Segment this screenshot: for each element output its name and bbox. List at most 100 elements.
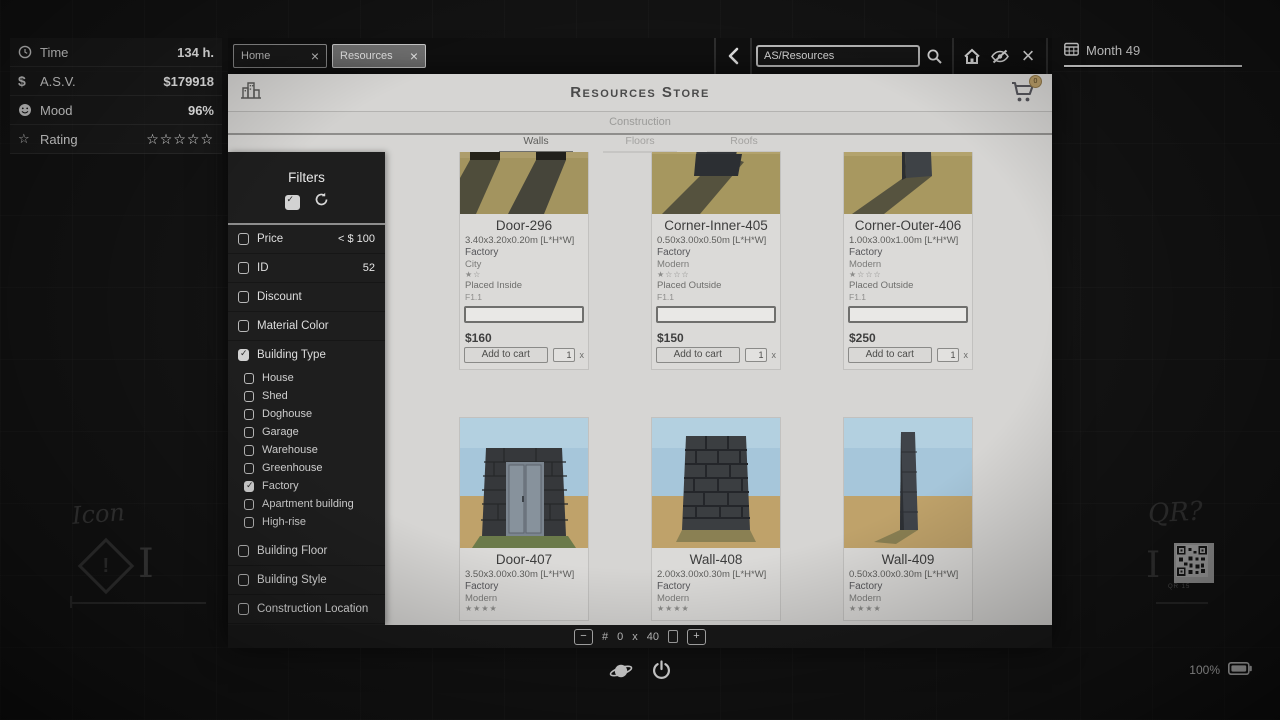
filter-item-construction-location[interactable]: Construction Location [228,595,385,624]
search-icon[interactable] [922,44,946,68]
filter-item-discount[interactable]: Discount [228,283,385,312]
checkbox-icon[interactable] [238,320,249,332]
checkbox-icon[interactable] [244,373,254,384]
product-dimensions: 2.00x3.00x0.30m [L*H*W] [657,569,775,581]
product-rating: ★★★★ [465,604,583,614]
subtab-floors[interactable]: Floors [601,135,679,152]
checkbox-icon[interactable] [244,499,254,510]
back-button[interactable] [720,43,746,69]
filter-label: Apartment building [262,498,354,510]
checkbox-icon[interactable] [238,545,249,557]
add-to-cart-button[interactable]: Add to cart [656,347,740,363]
filter-label: Doghouse [262,408,312,420]
filter-item-building-floor[interactable]: Building Floor [228,537,385,566]
calendar-icon [1064,42,1079,59]
product-note-input[interactable] [464,306,584,323]
quantity-suffix: x [580,350,585,360]
filter-item-price[interactable]: Price < $ 100 [228,225,385,254]
tab-home[interactable]: Home × [233,44,327,68]
checkbox-icon[interactable] [238,574,249,586]
filter-item-id[interactable]: ID 52 [228,254,385,283]
checkbox-icon[interactable] [244,391,254,402]
product-note-input[interactable] [656,306,776,323]
subtab-walls[interactable]: Walls [497,135,575,152]
checkbox-icon[interactable] [244,445,254,456]
close-tab-icon[interactable]: × [410,49,418,63]
filter-label: High-rise [262,516,306,528]
filter-sub-house[interactable]: House [228,369,385,387]
add-to-cart-button[interactable]: Add to cart [848,347,932,363]
cart-button[interactable]: 0 [1010,80,1038,106]
filter-sub-apartment[interactable]: Apartment building [228,495,385,513]
checkbox-checked-icon[interactable] [244,481,254,492]
pagination-bar: − # 0 x 40 + [228,625,1052,648]
stat-value: 134 h. [177,45,214,60]
address-input[interactable]: AS/Resources [756,45,920,67]
quantity-input[interactable]: 1 [745,348,767,362]
filter-sub-greenhouse[interactable]: Greenhouse [228,459,385,477]
product-name: Corner-Outer-406 [844,218,972,234]
stat-row-asv: $ A.S.V. $179918 [10,67,222,96]
product-list: Door-296 3.40x3.20x0.20m [L*H*W] Factory… [385,152,1052,625]
filter-item-building-type[interactable]: Building Type [228,341,385,369]
filter-sub-garage[interactable]: Garage [228,423,385,441]
checkbox-icon[interactable] [238,603,249,615]
planet-icon[interactable] [609,661,633,686]
quantity-input[interactable]: 1 [937,348,959,362]
quantity-input[interactable]: 1 [553,348,575,362]
filter-item-building-style[interactable]: Building Style [228,566,385,595]
filter-sub-factory[interactable]: Factory [228,477,385,495]
filter-sub-warehouse[interactable]: Warehouse [228,441,385,459]
filter-label: Discount [257,291,302,303]
filter-sub-doghouse[interactable]: Doghouse [228,405,385,423]
subtab-bar: Walls Floors Roofs [228,135,1052,152]
checkbox-icon[interactable] [238,291,249,303]
checkbox-icon[interactable] [238,233,249,245]
product-rating: ★★★★ [657,604,775,614]
address-value: AS/Resources [764,50,834,62]
wallpaper-qr-note: QR? [1147,497,1203,530]
sketch-tick [70,596,72,608]
filter-value: 52 [363,262,375,274]
checkbox-icon[interactable] [244,463,254,474]
refresh-icon[interactable] [314,192,329,212]
home-icon[interactable] [960,44,984,68]
category-tab-construction[interactable]: Construction [228,112,1052,135]
filter-sub-highrise[interactable]: High-rise [228,513,385,531]
page-number: 0 [617,631,623,643]
product-rating: ★★★★ [849,604,967,614]
page-decrease-button[interactable]: − [574,629,593,645]
checkbox-icon[interactable] [244,517,254,528]
product-style: Modern [849,593,967,604]
power-icon[interactable] [651,660,672,686]
page-increase-button[interactable]: + [687,629,706,645]
product-rating: ★☆☆☆ [657,270,775,280]
eye-off-icon[interactable] [988,44,1012,68]
product-note-input[interactable] [848,306,968,323]
exclamation-diamond-icon: ! [78,538,135,595]
close-tab-icon[interactable]: × [311,49,319,63]
filter-sub-shed[interactable]: Shed [228,387,385,405]
dollar-icon: $ [18,73,38,89]
checkbox-icon[interactable] [238,262,249,274]
product-floor: F1.1 [849,292,967,303]
filter-label: ID [257,262,269,274]
product-card-wall-408: Wall-408 2.00x3.00x0.30m [L*H*W] Factory… [651,417,781,621]
resources-store-window: Resources Store 0 Construction Walls Flo… [228,74,1052,648]
checkbox-icon[interactable] [244,427,254,438]
stat-row-mood: Mood 96% [10,96,222,125]
product-dimensions: 0.50x3.00x0.50m [L*H*W] [657,235,775,247]
product-rating: ★☆☆☆ [849,270,967,280]
filters-master-checkbox[interactable] [285,195,300,210]
close-window-icon[interactable]: × [1016,44,1040,68]
filter-item-material-color[interactable]: Material Color [228,312,385,341]
checkbox-checked-icon[interactable] [238,349,249,361]
product-placement: Placed Outside [849,280,967,292]
add-to-cart-button[interactable]: Add to cart [464,347,548,363]
page-checkbox[interactable] [668,630,678,643]
tab-resources[interactable]: Resources × [332,44,426,68]
quantity-suffix: x [772,350,777,360]
checkbox-icon[interactable] [244,409,254,420]
mood-smiley-icon [18,103,38,117]
subtab-roofs[interactable]: Roofs [705,135,783,152]
